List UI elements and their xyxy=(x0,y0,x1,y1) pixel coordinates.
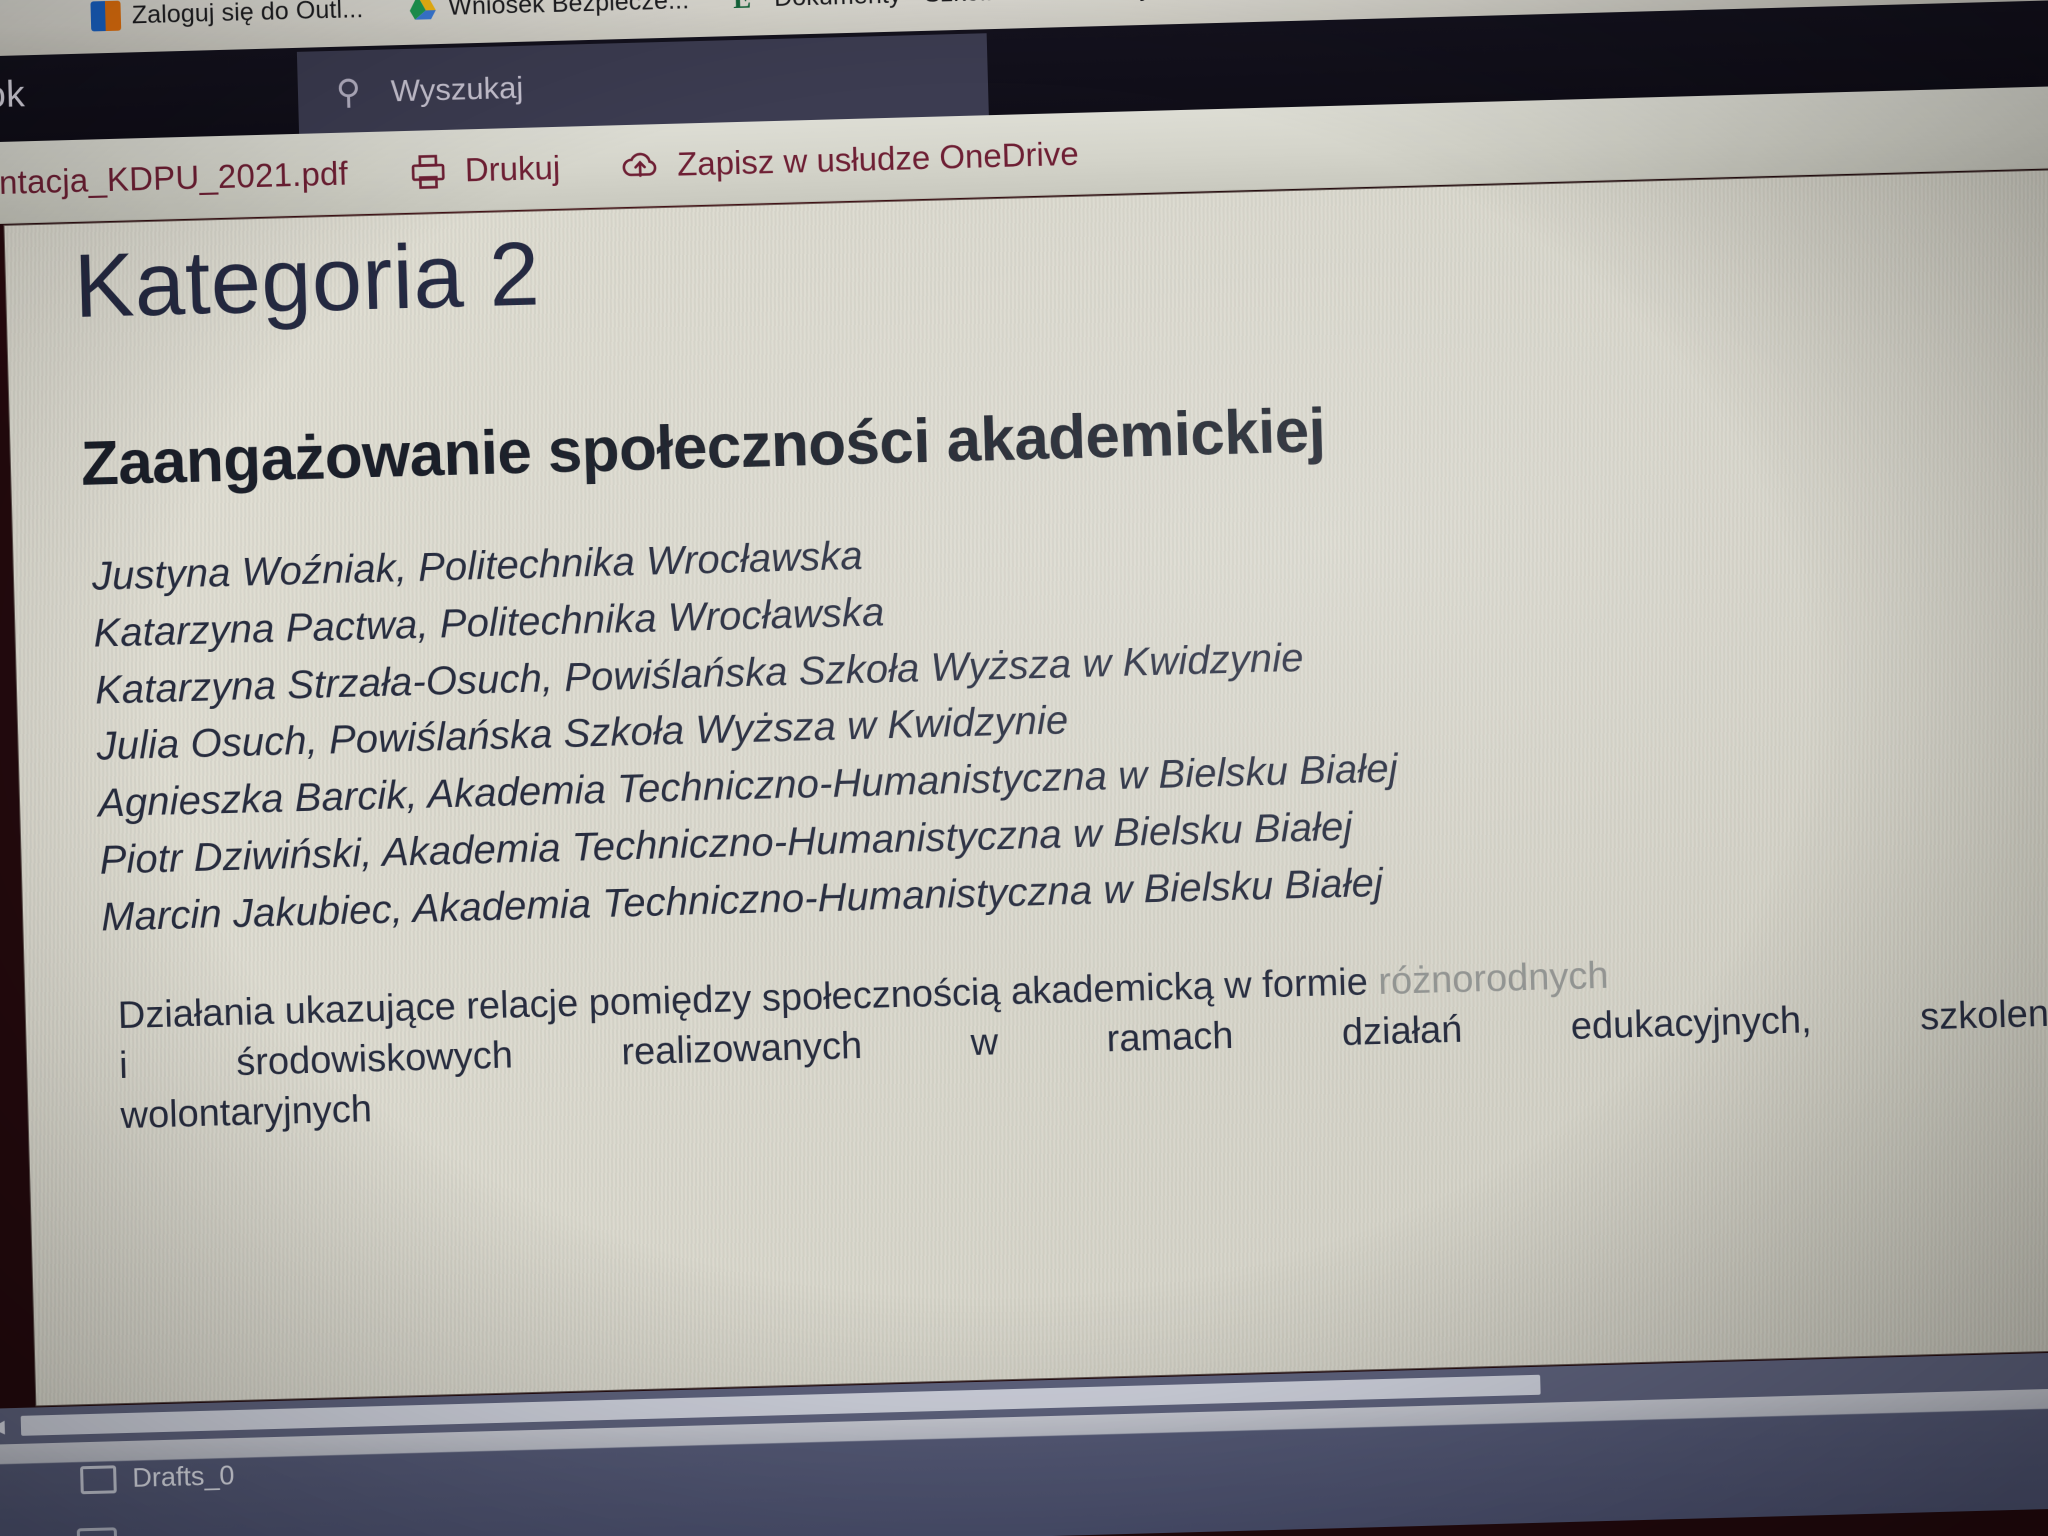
printer-icon xyxy=(407,150,448,191)
save-to-onedrive-label: Zapisz w usłudze OneDrive xyxy=(676,134,1080,183)
description-line-1-dim-text: różnorodnych xyxy=(1377,954,1610,1003)
pdf-filename: ezentacja_KDPU_2021.pdf xyxy=(0,154,349,202)
bookmark-dokumenty[interactable]: E⁺ Dokumenty - Szkol... xyxy=(733,0,1007,14)
search-placeholder: Wyszukaj xyxy=(390,69,524,109)
taskbar-item-label: Drafts_0 xyxy=(131,1460,235,1493)
excel-icon: E⁺ xyxy=(733,0,766,14)
app-name: tlook xyxy=(0,73,26,117)
description-word: realizowanych xyxy=(620,1025,863,1074)
description-word: ramach xyxy=(1106,1015,1234,1061)
slide-heading: Zaangażowanie społeczności akademickiej xyxy=(80,396,1327,499)
bookmark-outlook[interactable]: Zaloguj się do Outl... xyxy=(90,0,364,32)
scroll-left-arrow-icon[interactable]: ◀ xyxy=(0,1415,17,1439)
description-word: w xyxy=(970,1021,999,1065)
bookmark-label: Wniosek Bezpiecze... xyxy=(447,0,690,21)
taskbar-item-drafts[interactable]: Drafts_0 xyxy=(80,1460,235,1495)
bookmark-filmy[interactable]: ★ Filmy i Seriale Online xyxy=(1050,0,1330,5)
star-icon: ★ xyxy=(1050,0,1081,5)
author-list: Justyna Woźniak, Politechnika Wrocławska… xyxy=(91,496,2048,946)
pdf-page[interactable]: Kategoria 2 Zaangażowanie społeczności a… xyxy=(4,168,2048,1406)
bookmark-label: Zaloguj się do Outl... xyxy=(131,0,364,29)
search-icon: ⚲ xyxy=(335,73,362,112)
save-to-onedrive-button[interactable]: Zapisz w usłudze OneDrive xyxy=(620,133,1080,185)
bookmark-label: Filmy i Seriale Online xyxy=(1091,0,1330,4)
bookmark-wniosek[interactable]: Wniosek Bezpiecze... xyxy=(407,0,690,23)
description-word: szkolenio xyxy=(1919,992,2048,1039)
description-word: działań xyxy=(1341,1008,1463,1055)
slide-description: Działania ukazujące relacje pomiędzy spo… xyxy=(117,937,2048,1142)
description-word: środowiskowych xyxy=(235,1034,514,1085)
description-word: i xyxy=(118,1044,129,1088)
folder-icon xyxy=(80,1464,117,1494)
google-drive-icon xyxy=(407,0,438,23)
photographed-screen: Zaloguj się do Outl... Wniosek Bezpiecze… xyxy=(0,0,2048,1536)
cloud-upload-icon xyxy=(620,145,661,186)
print-button[interactable]: Drukuj xyxy=(407,147,561,191)
screen-plane: Zaloguj się do Outl... Wniosek Bezpiecze… xyxy=(0,0,2048,1536)
description-word: edukacyjnych, xyxy=(1570,999,1813,1048)
slide-category-title: Kategoria 2 xyxy=(72,224,542,337)
folder-icon-secondary[interactable] xyxy=(76,1527,118,1536)
outlook-icon xyxy=(90,0,122,32)
print-label: Drukuj xyxy=(464,148,561,188)
bookmark-label: Dokumenty - Szkol... xyxy=(774,0,1007,12)
